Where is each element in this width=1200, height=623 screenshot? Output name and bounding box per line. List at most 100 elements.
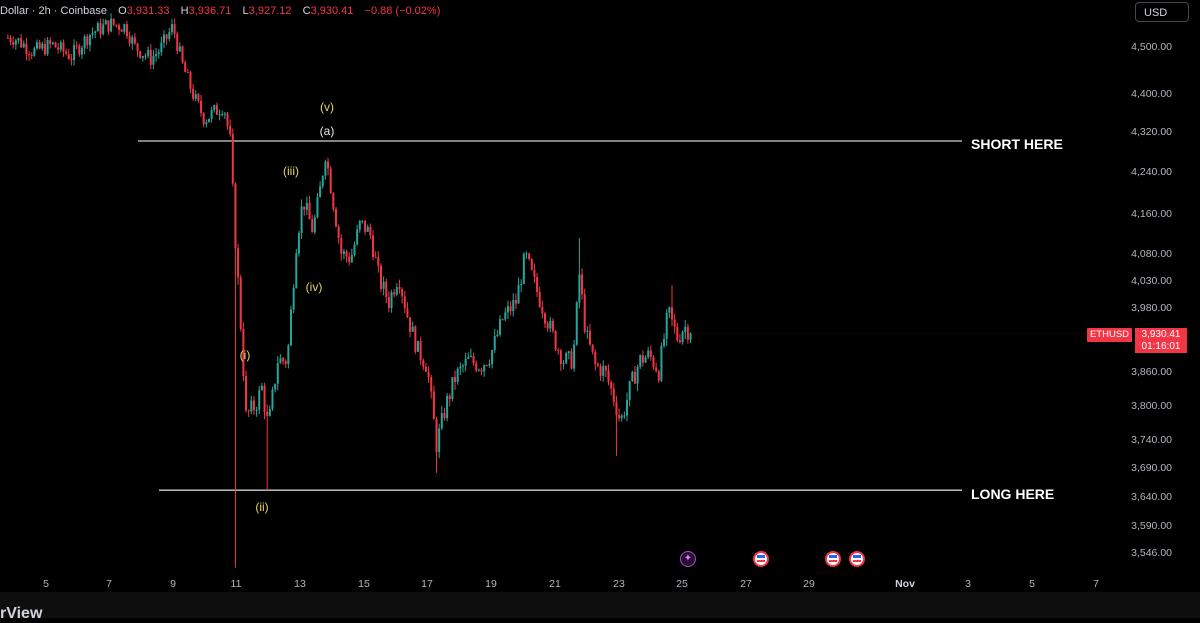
candle-body	[610, 381, 613, 389]
candle-body	[73, 45, 76, 61]
candle	[652, 354, 655, 370]
candle-body	[395, 287, 398, 295]
candle-body	[30, 54, 33, 56]
candle	[575, 301, 578, 346]
candle	[668, 306, 671, 319]
candle-body	[549, 320, 552, 329]
candle-body	[118, 25, 121, 30]
candle-body	[213, 105, 216, 110]
candle-body	[186, 72, 189, 74]
candle	[483, 364, 486, 377]
candle-body	[586, 330, 589, 332]
long-here-label: LONG HERE	[971, 486, 1055, 502]
candle-body	[99, 23, 102, 35]
candle	[22, 40, 25, 49]
candle-body	[544, 313, 547, 324]
candle	[461, 363, 464, 373]
candle-body	[676, 326, 679, 341]
candle	[536, 272, 539, 298]
candle	[464, 352, 467, 372]
candle-body	[570, 351, 573, 369]
candle-body	[446, 395, 449, 419]
candle	[67, 49, 70, 60]
candle	[324, 159, 327, 180]
candle-body	[684, 326, 687, 332]
candle-body	[197, 94, 200, 101]
candle	[681, 330, 684, 345]
candle-body	[472, 355, 475, 364]
candle-body	[287, 345, 290, 365]
us-flag-event-icon[interactable]	[753, 551, 769, 567]
candle	[59, 40, 62, 53]
us-flag-event-icon[interactable]	[849, 551, 865, 567]
candle	[279, 354, 282, 364]
candle	[62, 39, 65, 57]
candle	[284, 359, 287, 368]
time-axis-label: 7	[1093, 578, 1099, 590]
candle	[260, 382, 263, 391]
candle-body	[469, 355, 472, 357]
candle-body	[602, 366, 605, 376]
candle	[308, 196, 311, 220]
candle	[65, 48, 68, 56]
candle	[104, 19, 107, 25]
candle	[411, 321, 414, 332]
candle	[245, 370, 248, 413]
legend-title: Dollar · 2h · Coinbase	[0, 5, 107, 17]
candle-body	[506, 306, 509, 313]
candle	[565, 351, 568, 365]
candle	[49, 37, 52, 49]
candle	[639, 354, 642, 370]
candle-body	[689, 333, 692, 340]
candle	[88, 34, 91, 52]
candle	[446, 393, 449, 422]
candle	[327, 157, 330, 176]
candle	[554, 330, 557, 352]
candle-body	[501, 319, 504, 321]
candle-body	[633, 372, 636, 384]
candle	[51, 41, 54, 46]
price-axis-label: 4,160.00	[1131, 208, 1172, 220]
short-here-label: SHORT HERE	[971, 136, 1063, 152]
sparkle-event-icon[interactable]: ✦	[680, 551, 696, 567]
candle	[274, 383, 277, 393]
candle-body	[596, 364, 599, 366]
candle-body	[239, 277, 242, 330]
candle-body	[268, 408, 271, 416]
candle-body	[340, 237, 343, 254]
candle	[152, 50, 155, 70]
candle	[43, 37, 46, 56]
currency-button[interactable]: USD	[1135, 2, 1189, 22]
candle-body	[451, 376, 454, 400]
legend-open-key: O	[118, 5, 127, 17]
candle-body	[581, 274, 584, 295]
candle	[551, 318, 554, 334]
candle	[374, 251, 377, 258]
candle	[80, 45, 83, 59]
price-axis-label: 4,030.00	[1131, 275, 1172, 287]
candle	[345, 249, 348, 263]
candle-body	[192, 88, 195, 99]
candle-body	[20, 38, 23, 48]
wave-label-iii: (iii)	[283, 164, 299, 178]
candle-body	[313, 217, 316, 233]
wave-label-a: (a)	[319, 124, 335, 138]
candle	[9, 35, 12, 46]
us-flag-event-icon[interactable]	[825, 551, 841, 567]
candle-body	[41, 43, 44, 49]
candle	[517, 277, 520, 304]
candle	[665, 309, 668, 347]
candle	[419, 336, 422, 365]
candle-body	[514, 300, 517, 304]
candle-body	[115, 24, 118, 26]
price-chart[interactable]	[0, 0, 1200, 618]
candle-body	[483, 365, 486, 372]
candle-body	[170, 24, 173, 33]
candle-body	[332, 193, 335, 210]
candle	[398, 279, 401, 294]
candle-body	[255, 409, 258, 411]
candle-body	[652, 356, 655, 368]
candle	[231, 128, 234, 187]
candle-body	[554, 330, 557, 350]
candle	[372, 230, 375, 261]
